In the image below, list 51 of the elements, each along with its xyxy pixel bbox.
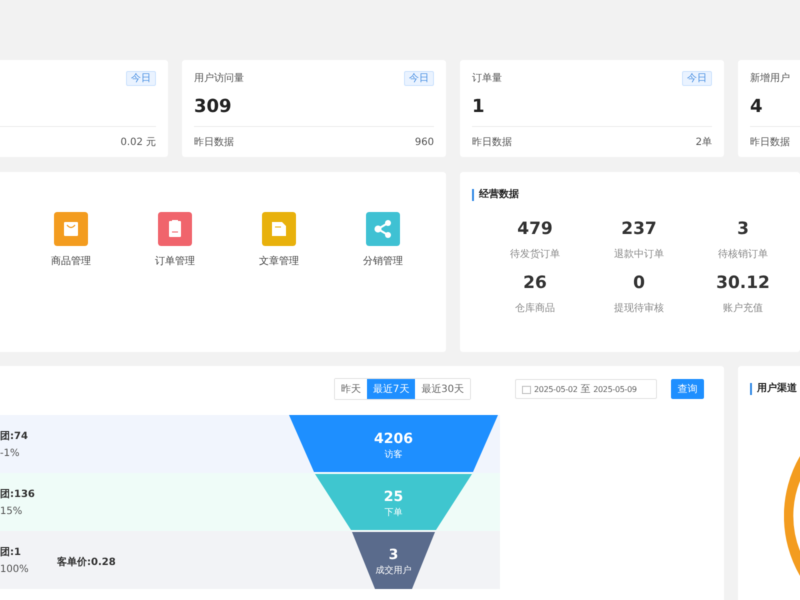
date-range-field[interactable]: 2025-05-02 至 2025-05-09 bbox=[515, 379, 657, 399]
today-tag: 今日 bbox=[404, 70, 434, 86]
range-tab[interactable]: 最近7天 bbox=[366, 379, 416, 399]
funnel-segment: 3 成交用户 bbox=[352, 532, 435, 589]
stage-count: 团:136 bbox=[0, 488, 36, 501]
stage-count: 团:1 bbox=[0, 546, 22, 559]
stat-value: 4 bbox=[750, 96, 763, 116]
footer-value: 960 bbox=[414, 136, 434, 148]
today-tag: 今日 bbox=[682, 70, 712, 86]
panel-title: 经营数据 bbox=[472, 189, 519, 201]
panel-title: 用户渠道 bbox=[750, 383, 797, 395]
card-title: 用户访问量 bbox=[194, 72, 244, 85]
stat-value: 1 bbox=[472, 96, 485, 116]
today-tag: 今日 bbox=[126, 70, 156, 86]
metric-value: 479 bbox=[517, 219, 553, 239]
footer-value: 0.02 元 bbox=[120, 136, 156, 149]
clipboard-icon[interactable] bbox=[158, 212, 192, 246]
metric-value: 3 bbox=[737, 219, 749, 239]
card-title: 新增用户 bbox=[750, 72, 790, 85]
stage-rate: 100% bbox=[0, 564, 30, 575]
metric-label: 待核销订单 bbox=[718, 248, 768, 261]
metric-value: 0 bbox=[633, 273, 645, 293]
share-icon[interactable] bbox=[366, 212, 400, 246]
metric-label: 提现待审核 bbox=[614, 302, 664, 315]
stage-count: 团:74 bbox=[0, 430, 29, 443]
stage-rate: -1% bbox=[0, 448, 20, 459]
stage-rate: 15% bbox=[0, 506, 24, 517]
footer-label: 昨日数据 bbox=[750, 136, 790, 149]
stat-value: 309 bbox=[194, 96, 232, 116]
bag-icon[interactable] bbox=[54, 212, 88, 246]
shortcut-label[interactable]: 商品管理 bbox=[51, 254, 91, 268]
shortcut-label[interactable]: 订单管理 bbox=[155, 254, 195, 268]
metric-value: 30.12 bbox=[716, 273, 770, 293]
metric-label: 账户充值 bbox=[723, 302, 763, 315]
shortcut-label[interactable]: 文章管理 bbox=[259, 254, 299, 268]
card-title: 订单量 bbox=[472, 72, 502, 85]
query-button[interactable]: 查询 bbox=[671, 379, 704, 399]
calendar-icon bbox=[522, 384, 531, 394]
document-icon[interactable] bbox=[262, 212, 296, 246]
footer-value: 2单 bbox=[696, 136, 712, 149]
footer-label: 昨日数据 bbox=[194, 136, 234, 149]
metric-value: 237 bbox=[621, 219, 657, 239]
unit-price: 客单价:0.28 bbox=[57, 555, 116, 568]
metric-value: 26 bbox=[523, 273, 547, 293]
funnel-segment: 4206 访客 bbox=[289, 415, 498, 472]
funnel-segment: 25 下单 bbox=[315, 474, 472, 530]
footer-label: 昨日数据 bbox=[472, 136, 512, 149]
shortcut-label[interactable]: 分销管理 bbox=[363, 254, 403, 268]
metric-label: 退款中订单 bbox=[614, 248, 664, 261]
metric-label: 仓库商品 bbox=[515, 302, 555, 315]
metric-label: 待发货订单 bbox=[510, 248, 560, 261]
